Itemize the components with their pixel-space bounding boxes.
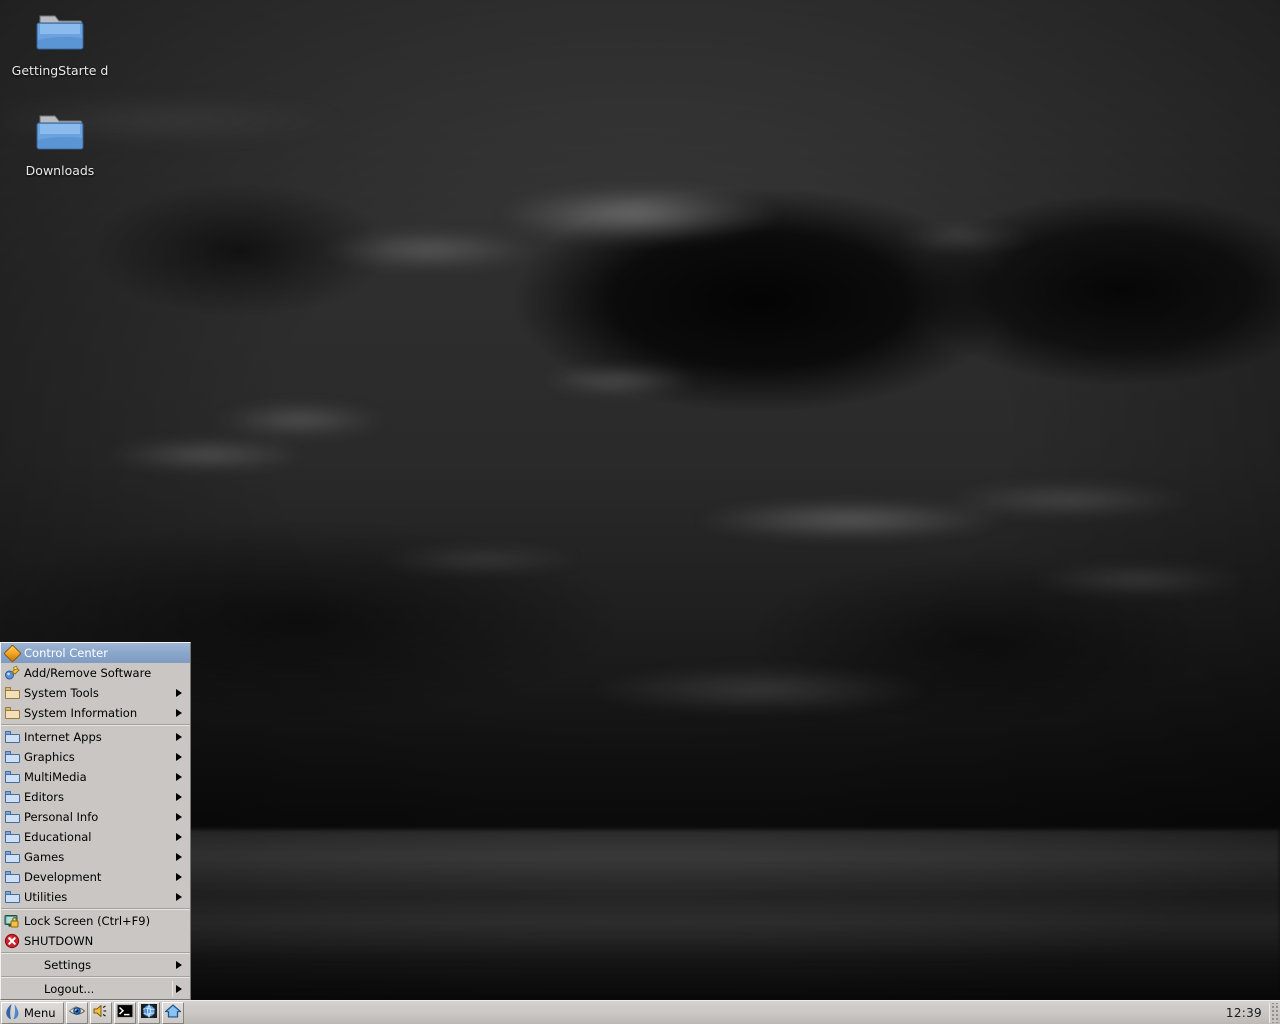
- desktop-icon-gettingstarted[interactable]: GettingStarte d: [0, 10, 120, 79]
- menu-item-add-remove-software[interactable]: Add/Remove Software: [1, 663, 190, 683]
- clock[interactable]: 12:39: [1222, 1006, 1266, 1020]
- menu-item-label: Settings: [44, 958, 92, 972]
- menu-item-label: Control Center: [24, 646, 108, 660]
- speaker-icon: [92, 1003, 110, 1022]
- folder-blue-icon: [4, 729, 20, 745]
- wallpaper-water: [0, 830, 1280, 1024]
- menu-item-control-center[interactable]: Control Center: [1, 643, 190, 663]
- shutdown-icon: [4, 933, 20, 949]
- menu-item-lock-screen[interactable]: Lock Screen (Ctrl+F9): [1, 911, 190, 931]
- diamond-icon: [2, 643, 22, 663]
- menu-item-logout[interactable]: Logout...: [1, 979, 190, 999]
- launcher-volume[interactable]: [89, 1001, 112, 1024]
- launcher-terminal[interactable]: [113, 1001, 136, 1024]
- submenu-arrow-icon: [176, 689, 186, 697]
- folder-blue-icon: [4, 749, 20, 765]
- eye-icon: [68, 1003, 86, 1022]
- mandriva-star-icon: [5, 1003, 20, 1023]
- globe-icon: [140, 1003, 158, 1022]
- menu-item-personal-info[interactable]: Personal Info: [1, 807, 190, 827]
- terminal-icon: [115, 1003, 134, 1022]
- menu-item-label: Games: [24, 850, 65, 864]
- menu-item-label: Development: [24, 870, 102, 884]
- start-menu-button[interactable]: Menu: [1, 1001, 64, 1024]
- folder-icon: [0, 110, 120, 158]
- wallpaper-light-clouds: [0, 0, 1280, 1024]
- folder-blue-icon: [4, 809, 20, 825]
- menu-separator: [1, 724, 190, 726]
- folder-blue-icon: [4, 869, 20, 885]
- spacer-icon: [4, 981, 20, 997]
- desktop[interactable]: GettingStarte d Downloads Control Center: [0, 0, 1280, 1024]
- spacer-icon: [4, 957, 20, 973]
- start-menu-popup[interactable]: Control Center Add/Remove Software Syste…: [0, 642, 191, 1000]
- screen-lock-icon: [4, 913, 20, 929]
- folder-blue-icon: [4, 889, 20, 905]
- wallpaper-vignette: [0, 0, 1280, 1024]
- submenu-arrow-icon: [176, 793, 186, 801]
- menu-item-label: Utilities: [24, 890, 68, 904]
- submenu-arrow-icon: [176, 753, 186, 761]
- submenu-arrow-icon: [176, 773, 186, 781]
- submenu-arrow-icon: [176, 853, 186, 861]
- menu-item-graphics[interactable]: Graphics: [1, 747, 190, 767]
- launcher-show-desktop[interactable]: [65, 1001, 88, 1024]
- desktop-icon-label: GettingStarte d: [11, 63, 109, 78]
- menu-item-label: Internet Apps: [24, 730, 102, 744]
- menu-item-label: Logout...: [44, 982, 95, 996]
- submenu-arrow-icon: [176, 985, 186, 993]
- menu-separator: [1, 952, 190, 954]
- folder-blue-icon: [4, 789, 20, 805]
- menu-item-multimedia[interactable]: MultiMedia: [1, 767, 190, 787]
- menu-item-label: Graphics: [24, 750, 75, 764]
- menu-item-shutdown[interactable]: SHUTDOWN: [1, 931, 190, 951]
- menu-item-development[interactable]: Development: [1, 867, 190, 887]
- folder-icon: [0, 10, 120, 58]
- menu-item-label: System Tools: [24, 686, 99, 700]
- menu-item-editors[interactable]: Editors: [1, 787, 190, 807]
- menu-item-settings[interactable]: Settings: [1, 955, 190, 975]
- menu-item-educational[interactable]: Educational: [1, 827, 190, 847]
- taskbar[interactable]: Menu 12:39: [0, 1000, 1280, 1024]
- submenu-arrow-icon: [176, 709, 186, 717]
- submenu-arrow-icon: [176, 961, 186, 969]
- menu-item-games[interactable]: Games: [1, 847, 190, 867]
- task-list-area[interactable]: [190, 1002, 1222, 1024]
- taskbar-resize-grip[interactable]: [1269, 1002, 1278, 1023]
- folder-tan-icon: [4, 705, 20, 721]
- package-icon: [4, 665, 20, 681]
- launcher-home-folder[interactable]: [161, 1001, 184, 1024]
- folder-tan-icon: [4, 685, 20, 701]
- folder-blue-icon: [4, 769, 20, 785]
- menu-item-system-tools[interactable]: System Tools: [1, 683, 190, 703]
- menu-separator: [1, 908, 190, 910]
- folder-blue-icon: [4, 849, 20, 865]
- desktop-icon-label: Downloads: [25, 163, 95, 178]
- menu-item-label: Add/Remove Software: [24, 666, 152, 680]
- menu-item-label: Lock Screen (Ctrl+F9): [24, 914, 151, 928]
- launcher-web-browser[interactable]: [137, 1001, 160, 1024]
- start-menu-button-label: Menu: [24, 1005, 56, 1020]
- menu-item-utilities[interactable]: Utilities: [1, 887, 190, 907]
- wallpaper-sky: [0, 0, 1280, 1024]
- menu-item-label: Personal Info: [24, 810, 99, 824]
- submenu-arrow-icon: [176, 833, 186, 841]
- menu-item-system-information[interactable]: System Information: [1, 703, 190, 723]
- folder-blue-icon: [4, 829, 20, 845]
- submenu-arrow-icon: [176, 733, 186, 741]
- menu-item-label: MultiMedia: [24, 770, 87, 784]
- desktop-icon-downloads[interactable]: Downloads: [0, 110, 120, 179]
- wallpaper-dark-clouds: [0, 0, 1280, 1024]
- menu-item-label: Editors: [24, 790, 65, 804]
- menu-separator: [1, 976, 190, 978]
- menu-item-internet-apps[interactable]: Internet Apps: [1, 727, 190, 747]
- menu-item-divider: [172, 981, 173, 997]
- menu-item-label: SHUTDOWN: [24, 934, 94, 948]
- submenu-arrow-icon: [176, 893, 186, 901]
- menu-item-label: Educational: [24, 830, 92, 844]
- submenu-arrow-icon: [176, 813, 186, 821]
- menu-item-label: System Information: [24, 706, 138, 720]
- submenu-arrow-icon: [176, 873, 186, 881]
- home-icon: [164, 1003, 182, 1022]
